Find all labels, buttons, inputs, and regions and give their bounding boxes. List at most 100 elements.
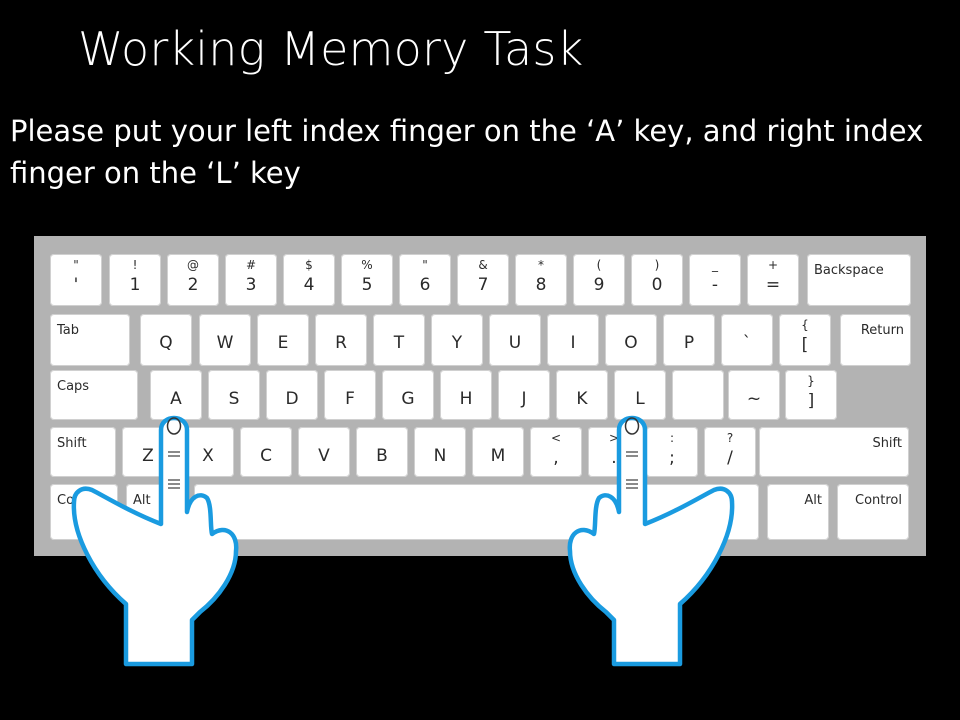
key-legend: Control	[57, 493, 104, 508]
key-g: G	[382, 370, 434, 420]
key-w: W	[199, 314, 251, 366]
key-legend: Caps	[57, 379, 90, 394]
key-1: ! 1	[109, 254, 161, 306]
key-blank: >.	[588, 427, 640, 477]
key-legend: W	[216, 333, 234, 353]
key-legend: ~	[746, 389, 762, 409]
space-bar	[194, 484, 759, 540]
key-legend: U	[508, 333, 522, 353]
key-legend: Z	[142, 446, 154, 466]
key-blank: {[	[779, 314, 831, 366]
key-0: ) 0	[631, 254, 683, 306]
key-legend: Backspace	[814, 263, 884, 278]
control-key: Control	[50, 484, 118, 540]
key-blank: }]	[785, 370, 837, 420]
key-e: E	[257, 314, 309, 366]
key-legend: !	[132, 258, 138, 272]
tab-key: Tab	[50, 314, 130, 366]
key-legend: N	[433, 446, 447, 466]
key-k: K	[556, 370, 608, 420]
key-legend: _	[712, 258, 718, 272]
key-legend: +	[767, 258, 779, 272]
key-legend: '	[73, 275, 79, 295]
key-legend: :	[669, 431, 675, 445]
caps-key: Caps	[50, 370, 138, 420]
key-legend: *	[538, 258, 544, 272]
key-legend: "	[422, 258, 428, 272]
key-legend: 7	[477, 275, 489, 295]
shift-key: Shift	[759, 427, 909, 477]
key-legend: 6	[419, 275, 431, 295]
key-j: J	[498, 370, 550, 420]
key-8: * 8	[515, 254, 567, 306]
key-legend: Shift	[872, 436, 902, 451]
key-legend: O	[624, 333, 638, 353]
key-legend: "	[73, 258, 79, 272]
key-legend: )	[654, 258, 660, 272]
key-legend: #	[245, 258, 257, 272]
key-legend: @	[187, 258, 199, 272]
key-legend: I	[570, 333, 576, 353]
key-legend: T	[393, 333, 405, 353]
key-legend: [	[801, 335, 809, 355]
key-legend: Control	[855, 493, 902, 508]
key-legend: R	[335, 333, 347, 353]
key-p: P	[663, 314, 715, 366]
shift-key: Shift	[50, 427, 116, 477]
key-legend: Shift	[57, 436, 87, 451]
key-t: T	[373, 314, 425, 366]
key-7: & 7	[457, 254, 509, 306]
key-legend: &	[478, 258, 488, 272]
key-legend: >	[608, 431, 620, 445]
key-blank: " '	[50, 254, 102, 306]
instruction-text: Please put your left index finger on the…	[10, 114, 924, 190]
key-legend: 5	[361, 275, 373, 295]
alt-key: Alt	[126, 484, 186, 540]
key-v: V	[298, 427, 350, 477]
key-a: A	[150, 370, 202, 420]
key-d: D	[266, 370, 318, 420]
key-legend: E	[277, 333, 289, 353]
key-legend: H	[459, 389, 473, 409]
key-legend: G	[401, 389, 415, 409]
key-legend: {	[801, 318, 809, 332]
key-legend: (	[596, 258, 602, 272]
key-legend: K	[576, 389, 588, 409]
key-q: Q	[140, 314, 192, 366]
key-legend: 4	[303, 275, 315, 295]
key-u: U	[489, 314, 541, 366]
key-legend: }	[807, 374, 815, 388]
key-4: $4	[283, 254, 335, 306]
key-legend: S	[228, 389, 240, 409]
key-y: Y	[431, 314, 483, 366]
key-c: C	[240, 427, 292, 477]
key-legend: 2	[187, 275, 199, 295]
key-f: F	[324, 370, 376, 420]
key-n: N	[414, 427, 466, 477]
blank-key	[672, 370, 724, 420]
key-legend: C	[260, 446, 272, 466]
key-s: S	[208, 370, 260, 420]
key-legend: /	[727, 448, 733, 468]
alt-key: Alt	[767, 484, 829, 540]
key-legend: ,	[553, 448, 559, 468]
key-legend: A	[170, 389, 182, 409]
key-legend: L	[635, 389, 645, 409]
key-x: X	[182, 427, 234, 477]
key-legend: %	[361, 258, 373, 272]
key-legend: F	[345, 389, 355, 409]
key-5: % 5	[341, 254, 393, 306]
key-legend: M	[490, 446, 506, 466]
key-blank: `	[721, 314, 773, 366]
key-r: R	[315, 314, 367, 366]
backspace-key: Backspace	[807, 254, 911, 306]
key-legend: ;	[669, 448, 675, 468]
key-3: #3	[225, 254, 277, 306]
slide-title: Working Memory Task	[78, 22, 584, 76]
key-legend: ]	[807, 391, 815, 411]
key-h: H	[440, 370, 492, 420]
key-blank: <,	[530, 427, 582, 477]
key-legend: Return	[860, 323, 904, 338]
key-legend: 8	[535, 275, 547, 295]
key-legend: .	[611, 448, 617, 468]
